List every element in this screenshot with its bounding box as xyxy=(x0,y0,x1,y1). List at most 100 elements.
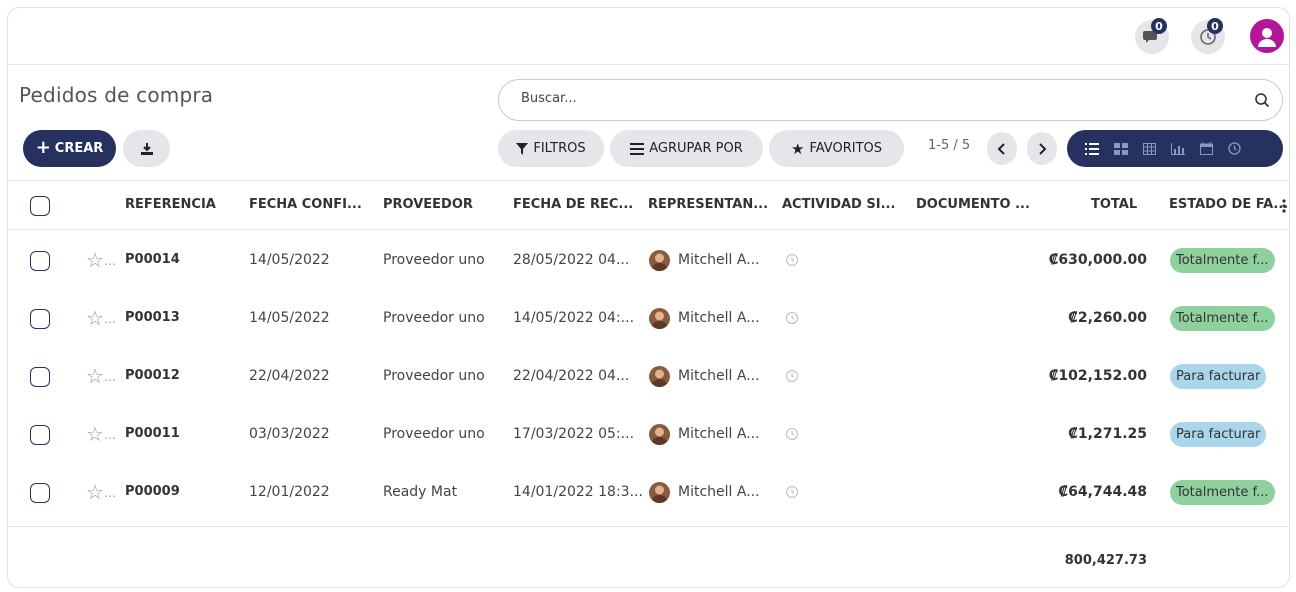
cell-vendor: Proveedor uno xyxy=(383,252,485,268)
star-icon[interactable]: ☆ xyxy=(86,422,104,446)
search-input[interactable] xyxy=(521,91,1221,106)
star-icon[interactable]: ☆ xyxy=(86,248,104,272)
cell-representative: Mitchell A... xyxy=(678,426,760,442)
status-badge: Totalmente f... xyxy=(1170,306,1275,331)
row-checkbox[interactable] xyxy=(30,309,50,329)
activity-clock-icon[interactable] xyxy=(785,369,799,383)
row-ellipsis: … xyxy=(104,428,116,442)
cell-total: ₡2,260.00 xyxy=(1068,310,1147,326)
list-view-icon[interactable] xyxy=(1085,142,1099,155)
favorites-label: FAVORITOS xyxy=(809,141,882,156)
column-header-reference[interactable]: REFERENCIA xyxy=(125,197,216,212)
representative-avatar xyxy=(649,482,670,503)
chevron-right-icon xyxy=(1039,142,1047,155)
star-icon: ★ xyxy=(791,139,805,158)
table-row[interactable]: ☆… P00013 14/05/2022 Proveedor uno 14/05… xyxy=(8,290,1289,348)
activity-clock-icon[interactable] xyxy=(785,311,799,325)
filter-icon xyxy=(516,142,529,155)
cell-vendor: Proveedor uno xyxy=(383,368,485,384)
cell-receipt-date: 14/01/2022 18:3... xyxy=(513,484,643,500)
cell-receipt-date: 14/05/2022 04:... xyxy=(513,310,635,326)
cell-receipt-date: 17/03/2022 05:... xyxy=(513,426,635,442)
column-header-vendor[interactable]: PROVEEDOR xyxy=(383,197,473,212)
pager-next-button[interactable] xyxy=(1027,132,1057,165)
table-row[interactable]: ☆… P00009 12/01/2022 Ready Mat 14/01/202… xyxy=(8,464,1289,522)
pager-previous-button[interactable] xyxy=(987,132,1017,165)
cell-receipt-date: 28/05/2022 04... xyxy=(513,252,630,268)
graph-view-icon[interactable] xyxy=(1171,142,1185,155)
plus-icon: + xyxy=(35,137,51,158)
activities-button[interactable]: 0 xyxy=(1191,18,1225,54)
activity-clock-icon[interactable] xyxy=(785,427,799,441)
row-checkbox[interactable] xyxy=(30,425,50,445)
pivot-view-icon[interactable] xyxy=(1143,142,1156,155)
cell-total: ₡630,000.00 xyxy=(1048,252,1147,268)
kanban-view-icon[interactable] xyxy=(1114,142,1128,155)
row-ellipsis: … xyxy=(104,254,116,268)
column-header-receipt-date[interactable]: FECHA DE REC... xyxy=(513,197,633,212)
download-icon xyxy=(140,142,153,155)
chevron-left-icon xyxy=(997,142,1005,155)
representative-avatar xyxy=(649,366,670,387)
column-header-invoice-status[interactable]: ESTADO DE FA... xyxy=(1169,197,1288,212)
search-bar[interactable] xyxy=(498,79,1283,121)
calendar-view-icon[interactable] xyxy=(1200,142,1213,155)
messages-button[interactable]: 0 xyxy=(1135,18,1169,54)
cell-total: ₡102,152.00 xyxy=(1048,368,1147,384)
column-header-document[interactable]: DOCUMENTO ... xyxy=(916,197,1030,212)
status-badge: Totalmente f... xyxy=(1170,480,1275,505)
filters-button[interactable]: FILTROS xyxy=(498,130,604,167)
table-row[interactable]: ☆… P00014 14/05/2022 Proveedor uno 28/05… xyxy=(8,232,1289,290)
download-button[interactable] xyxy=(123,130,170,167)
filters-label: FILTROS xyxy=(533,141,586,156)
search-icon[interactable] xyxy=(1254,92,1270,112)
representative-avatar xyxy=(649,308,670,329)
cell-vendor: Ready Mat xyxy=(383,484,458,500)
column-header-confirm-date[interactable]: FECHA CONFI... xyxy=(249,197,362,212)
cell-reference: P00009 xyxy=(125,484,180,499)
pager-value[interactable]: 1-5 / 5 xyxy=(928,138,970,153)
column-header-activity[interactable]: ACTIVIDAD SI... xyxy=(782,197,895,212)
column-header-representative[interactable]: REPRESENTAN... xyxy=(648,197,768,212)
star-icon[interactable]: ☆ xyxy=(86,364,104,388)
row-checkbox[interactable] xyxy=(30,251,50,271)
cell-confirm-date: 03/03/2022 xyxy=(249,426,330,442)
app-window: 0 0 Pedidos de compra + CREAR FILTROS AG… xyxy=(7,7,1290,588)
cell-representative: Mitchell A... xyxy=(678,252,760,268)
table-row[interactable]: ☆… P00011 03/03/2022 Proveedor uno 17/03… xyxy=(8,406,1289,464)
representative-avatar xyxy=(649,250,670,271)
star-icon[interactable]: ☆ xyxy=(86,306,104,330)
create-button[interactable]: + CREAR xyxy=(23,130,116,167)
select-all-checkbox[interactable] xyxy=(30,196,50,216)
cell-reference: P00011 xyxy=(125,426,180,441)
cell-vendor: Proveedor uno xyxy=(383,310,485,326)
sum-total: 800,427.73 xyxy=(1064,553,1147,568)
cell-representative: Mitchell A... xyxy=(678,368,760,384)
star-icon[interactable]: ☆ xyxy=(86,480,104,504)
activity-clock-icon[interactable] xyxy=(785,253,799,267)
activities-count-badge: 0 xyxy=(1207,18,1223,34)
column-header-total[interactable]: TOTAL xyxy=(1091,197,1137,212)
column-options-icon[interactable] xyxy=(1282,198,1286,217)
group-by-button[interactable]: AGRUPAR POR xyxy=(610,130,763,167)
user-avatar-icon xyxy=(1258,28,1276,47)
activity-clock-icon[interactable] xyxy=(785,485,799,499)
row-checkbox[interactable] xyxy=(30,483,50,503)
cell-reference: P00013 xyxy=(125,310,180,325)
representative-avatar xyxy=(649,424,670,445)
cell-receipt-date: 22/04/2022 04... xyxy=(513,368,630,384)
status-badge: Para facturar xyxy=(1170,364,1267,389)
cell-total: ₡1,271.25 xyxy=(1068,426,1147,442)
table-header: REFERENCIA FECHA CONFI... PROVEEDOR FECH… xyxy=(8,180,1289,230)
row-checkbox[interactable] xyxy=(30,367,50,387)
cell-confirm-date: 22/04/2022 xyxy=(249,368,330,384)
cell-reference: P00012 xyxy=(125,368,180,383)
group-by-label: AGRUPAR POR xyxy=(649,141,743,156)
activity-view-icon[interactable] xyxy=(1228,142,1241,155)
cell-representative: Mitchell A... xyxy=(678,484,760,500)
user-avatar[interactable] xyxy=(1250,19,1284,53)
favorites-button[interactable]: ★ FAVORITOS xyxy=(769,130,904,167)
group-icon xyxy=(630,142,645,155)
cell-confirm-date: 12/01/2022 xyxy=(249,484,330,500)
table-row[interactable]: ☆… P00012 22/04/2022 Proveedor uno 22/04… xyxy=(8,348,1289,406)
